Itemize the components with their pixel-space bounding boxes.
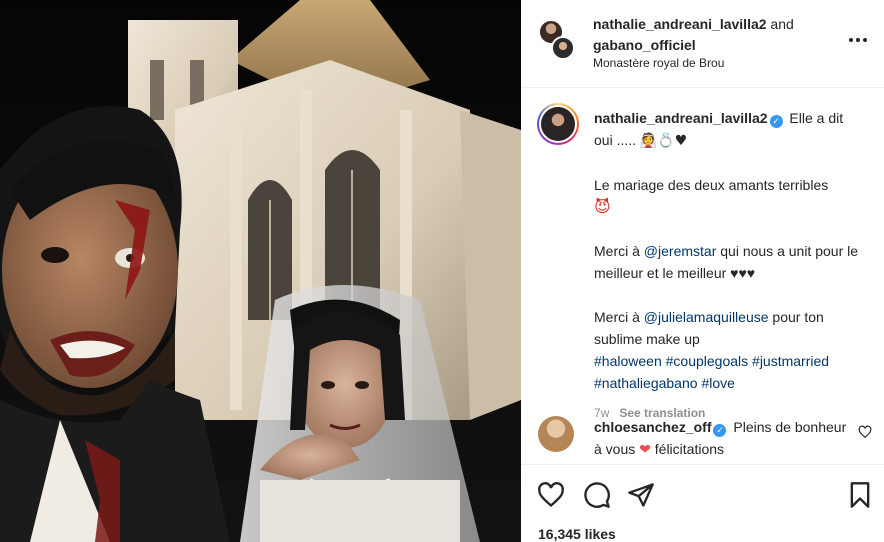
comment-like-heart-icon[interactable] [858, 425, 872, 439]
like-heart-icon[interactable] [537, 481, 565, 509]
devil-emoji-icon: 😈 [594, 197, 611, 216]
hashtag-link[interactable]: #justmarried [752, 353, 829, 369]
comment-text: félicitations [650, 441, 725, 457]
hashtag-list: #haloween #couplegoals #justmarried #nat… [594, 350, 864, 394]
post-photo[interactable] [0, 0, 521, 542]
avatar-story-ring[interactable] [537, 103, 579, 145]
mention-link[interactable]: @jeremstar [644, 243, 717, 259]
share-paper-plane-icon[interactable] [627, 481, 655, 509]
collab-avatars[interactable] [539, 20, 575, 62]
comment-bubble-icon[interactable] [583, 481, 611, 509]
hashtag-link[interactable]: #love [701, 375, 734, 391]
likes-count[interactable]: 16,345 likes [538, 526, 616, 542]
location-link[interactable]: Monastère royal de Brou [593, 56, 724, 70]
post-caption: nathalie_andreani_lavilla2 ✓ Elle a dit o… [594, 107, 864, 424]
post-header: nathalie_andreani_lavilla2 and gabano_of… [521, 0, 884, 88]
connector-text: and [766, 16, 794, 32]
hashtag-link[interactable]: #nathaliegabano [594, 375, 698, 391]
username-link[interactable]: nathalie_andreani_lavilla2 [593, 16, 767, 32]
avatar[interactable] [538, 416, 574, 452]
more-horizontal-icon[interactable] [844, 28, 872, 52]
caption-text: Merci à [594, 243, 644, 259]
hashtag-link[interactable]: #couplegoals [666, 353, 749, 369]
avatar[interactable] [551, 36, 575, 60]
save-bookmark-icon[interactable] [846, 481, 874, 509]
post-image [0, 0, 521, 542]
bride-ring-heart-emoji: 👰💍♥ [639, 133, 688, 149]
collab-usernames: nathalie_andreani_lavilla2 and gabano_of… [593, 14, 833, 56]
post-side-panel: nathalie_andreani_lavilla2 and gabano_of… [521, 0, 884, 542]
comments-section[interactable]: nathalie_andreani_lavilla2 ✓ Elle a dit o… [521, 89, 884, 464]
mention-link[interactable]: @julielamaquilleuse [644, 309, 769, 325]
post-actions-bar [521, 464, 884, 522]
username-link[interactable]: gabano_officiel [593, 37, 696, 53]
verified-badge-icon: ✓ [713, 424, 727, 437]
caption-text: Merci à [594, 309, 644, 325]
hashtag-link[interactable]: #haloween [594, 353, 662, 369]
caption-username[interactable]: nathalie_andreani_lavilla2 [594, 110, 768, 126]
caption-paragraph: Le mariage des deux amants terribles [594, 177, 829, 193]
comment-username[interactable]: chloesanchez_off [594, 419, 711, 435]
comment-item: chloesanchez_off ✓ Pleins de bonheur à vo… [594, 416, 852, 461]
verified-badge-icon: ✓ [769, 115, 783, 128]
red-heart-emoji: ❤ [639, 442, 651, 458]
